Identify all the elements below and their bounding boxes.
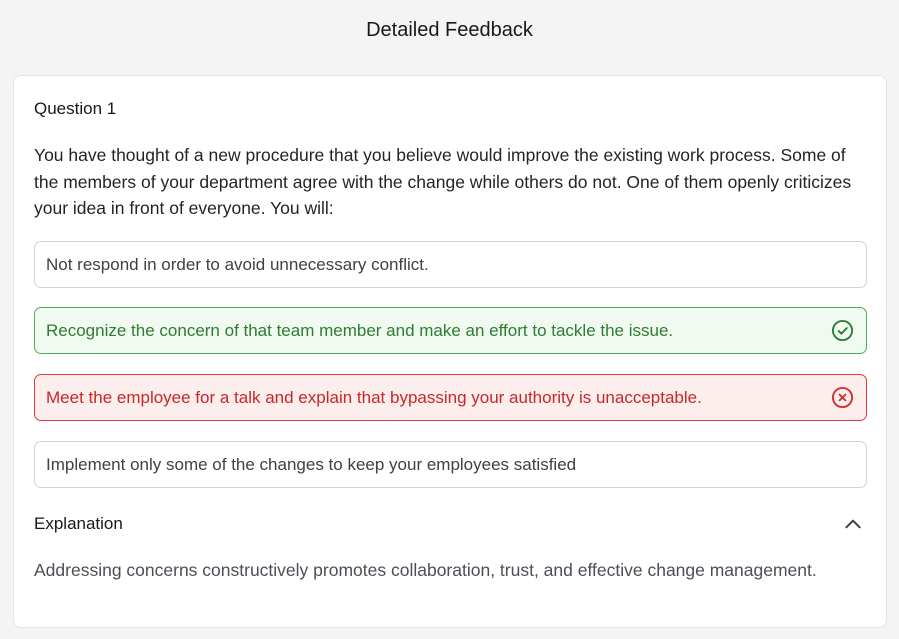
feedback-card: Question 1 You have thought of a new pro… [13,75,887,628]
answer-option-text: Implement only some of the changes to ke… [46,454,577,474]
chevron-up-icon[interactable] [839,510,867,538]
answer-option-3-wrong[interactable]: Meet the employee for a talk and explain… [34,374,867,421]
explanation-header[interactable]: Explanation [34,510,867,538]
x-circle-icon [830,386,854,410]
explanation-text: Addressing concerns constructively promo… [34,560,817,580]
check-circle-icon [830,319,854,343]
answer-option-text: Meet the employee for a talk and explain… [46,387,702,407]
page-title: Detailed Feedback [366,19,533,41]
question-label: Question 1 [34,99,117,118]
answer-option-1[interactable]: Not respond in order to avoid unnecessar… [34,241,867,288]
answer-option-2-correct[interactable]: Recognize the concern of that team membe… [34,307,867,354]
question-text: You have thought of a new procedure that… [34,145,852,218]
answer-option-text: Not respond in order to avoid unnecessar… [46,254,429,274]
answer-option-text: Recognize the concern of that team membe… [46,320,674,340]
answer-option-4[interactable]: Implement only some of the changes to ke… [34,441,867,488]
explanation-title: Explanation [34,514,123,533]
